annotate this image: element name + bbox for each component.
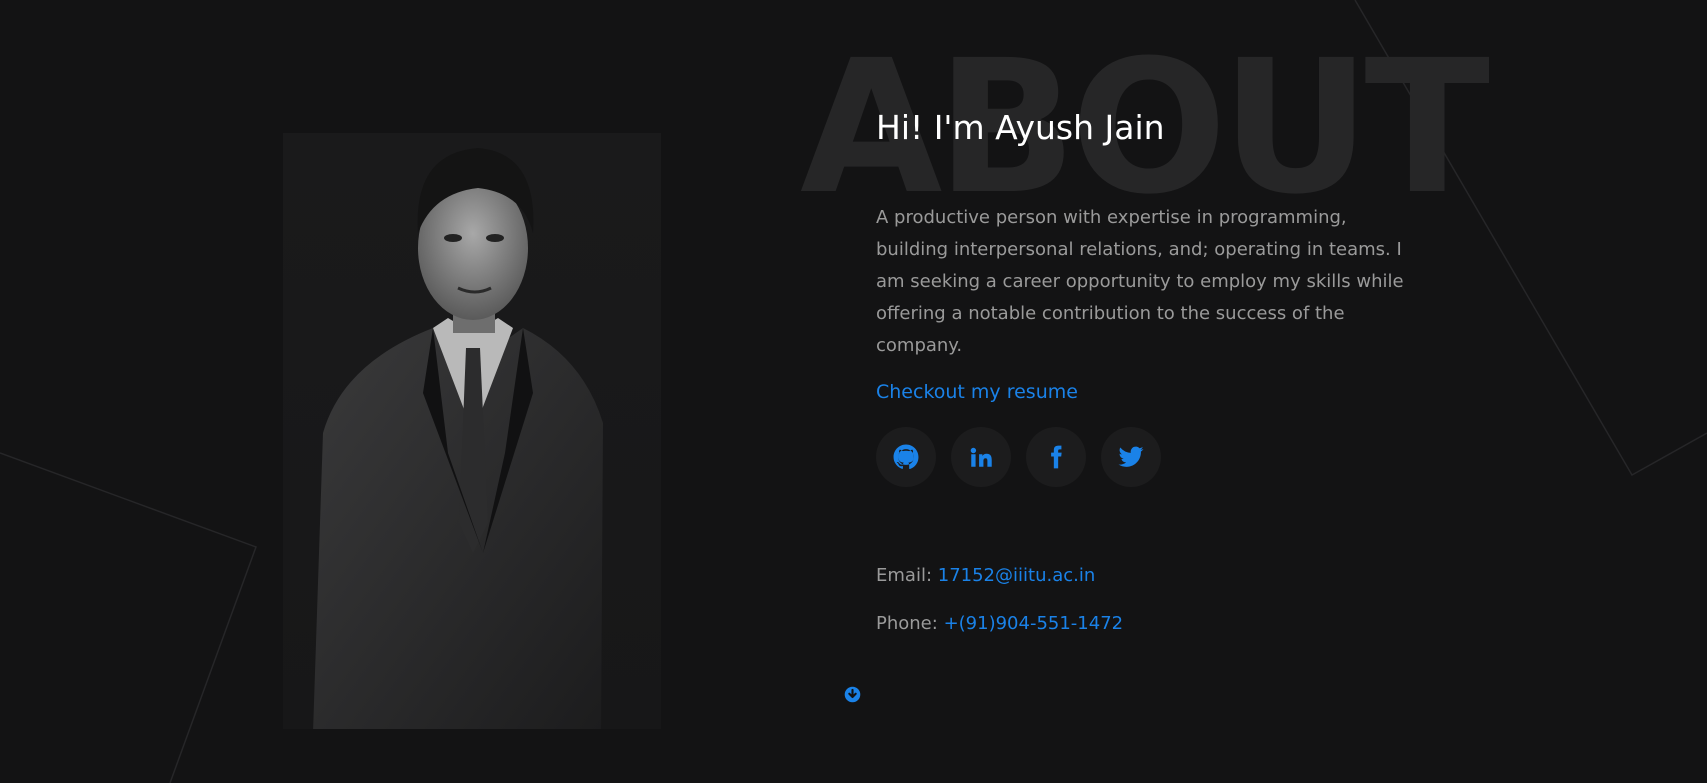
linkedin-icon bbox=[970, 447, 992, 467]
social-links bbox=[876, 427, 1161, 487]
email-line: Email: 17152@iiitu.ac.in bbox=[876, 565, 1095, 586]
twitter-icon bbox=[1118, 446, 1144, 467]
email-label: Email: bbox=[876, 565, 933, 586]
linkedin-button[interactable] bbox=[951, 427, 1011, 487]
facebook-button[interactable] bbox=[1026, 427, 1086, 487]
profile-photo bbox=[283, 133, 661, 729]
resume-link[interactable]: Checkout my resume bbox=[876, 381, 1078, 403]
phone-label: Phone: bbox=[876, 613, 938, 634]
page-title: Hi! I'm Ayush Jain bbox=[876, 108, 1165, 147]
about-section: ABOUT Hi! I'm Ayush Jain A productive pe… bbox=[0, 0, 1707, 783]
arrow-circle-down-icon[interactable] bbox=[844, 686, 861, 703]
github-icon bbox=[893, 444, 919, 470]
bio-paragraph: A productive person with expertise in pr… bbox=[876, 207, 1404, 356]
facebook-icon bbox=[1051, 445, 1062, 469]
twitter-button[interactable] bbox=[1101, 427, 1161, 487]
phone-line: Phone: +(91)904-551-1472 bbox=[876, 613, 1123, 634]
github-button[interactable] bbox=[876, 427, 936, 487]
email-link[interactable]: 17152@iiitu.ac.in bbox=[938, 565, 1096, 586]
phone-link[interactable]: +(91)904-551-1472 bbox=[944, 613, 1124, 634]
